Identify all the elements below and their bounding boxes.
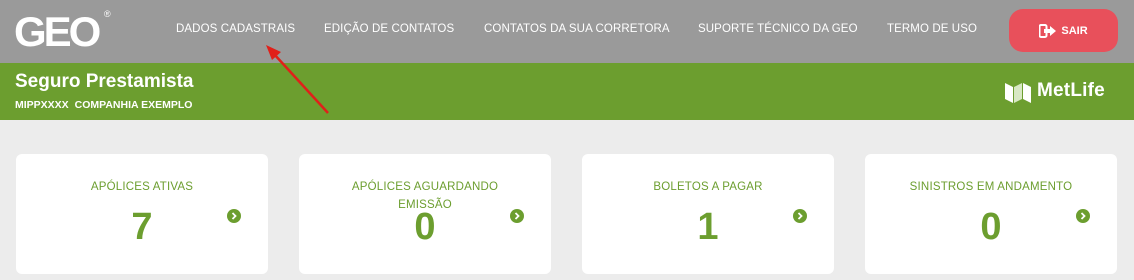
policy-code: MIPPXXXX xyxy=(15,99,69,111)
nav-contatos-da-sua-corretora[interactable]: CONTATOS DA SUA CORRETORA xyxy=(484,23,670,35)
logout-label: SAIR xyxy=(1061,24,1088,37)
card-boletos-a-pagar[interactable]: BOLETOS A PAGAR 1 xyxy=(582,154,834,274)
geo-logo[interactable]: GEO ® xyxy=(14,8,111,55)
card-sinistros-em-andamento[interactable]: SINISTROS EM ANDAMENTO 0 xyxy=(865,154,1117,274)
nav-edicao-de-contatos[interactable]: EDIÇÃO DE CONTATOS xyxy=(324,23,454,35)
policy-line: MIPPXXXX COMPANHIA EXEMPLO xyxy=(15,99,192,111)
nav-dados-cadastrais[interactable]: DADOS CADASTRAIS xyxy=(176,23,295,35)
card-title: BOLETOS A PAGAR xyxy=(582,178,834,196)
top-navigation-bar: GEO ® DADOS CADASTRAIS EDIÇÃO DE CONTATO… xyxy=(0,0,1134,63)
card-title-line: APÓLICES AGUARDANDO xyxy=(351,181,499,193)
company-name: COMPANHIA EXEMPLO xyxy=(74,99,193,111)
metlife-logo: MetLife xyxy=(1005,79,1105,103)
product-header: Seguro Prestamista MIPPXXXX COMPANHIA EX… xyxy=(0,63,1134,120)
chevron-right-icon[interactable] xyxy=(227,209,241,223)
card-title: APÓLICES ATIVAS xyxy=(16,178,268,196)
logout-button[interactable]: SAIR xyxy=(1009,9,1118,52)
registered-mark: ® xyxy=(104,9,111,19)
card-title-line: BOLETOS A PAGAR xyxy=(653,181,763,193)
chevron-right-icon[interactable] xyxy=(1076,209,1090,223)
card-title-line: SINISTROS EM ANDAMENTO xyxy=(909,181,1073,193)
chevron-right-icon[interactable] xyxy=(793,209,807,223)
metlife-logo-text: MetLife xyxy=(1037,80,1105,101)
card-apolices-ativas[interactable]: APÓLICES ATIVAS 7 xyxy=(16,154,268,274)
chevron-right-icon[interactable] xyxy=(510,209,524,223)
logout-icon xyxy=(1039,23,1057,38)
nav-termo-de-uso[interactable]: TERMO DE USO xyxy=(887,23,977,35)
geo-logo-text: GEO xyxy=(14,8,101,55)
card-title: SINISTROS EM ANDAMENTO xyxy=(865,178,1117,196)
card-apolices-aguardando-emissao[interactable]: APÓLICES AGUARDANDO EMISSÃO 0 xyxy=(299,154,551,274)
metlife-mark-icon xyxy=(1005,83,1031,103)
card-title-line: APÓLICES ATIVAS xyxy=(90,181,194,193)
product-title: Seguro Prestamista xyxy=(15,71,194,92)
nav-suporte-tecnico[interactable]: SUPORTE TÉCNICO DA GEO xyxy=(698,23,858,35)
